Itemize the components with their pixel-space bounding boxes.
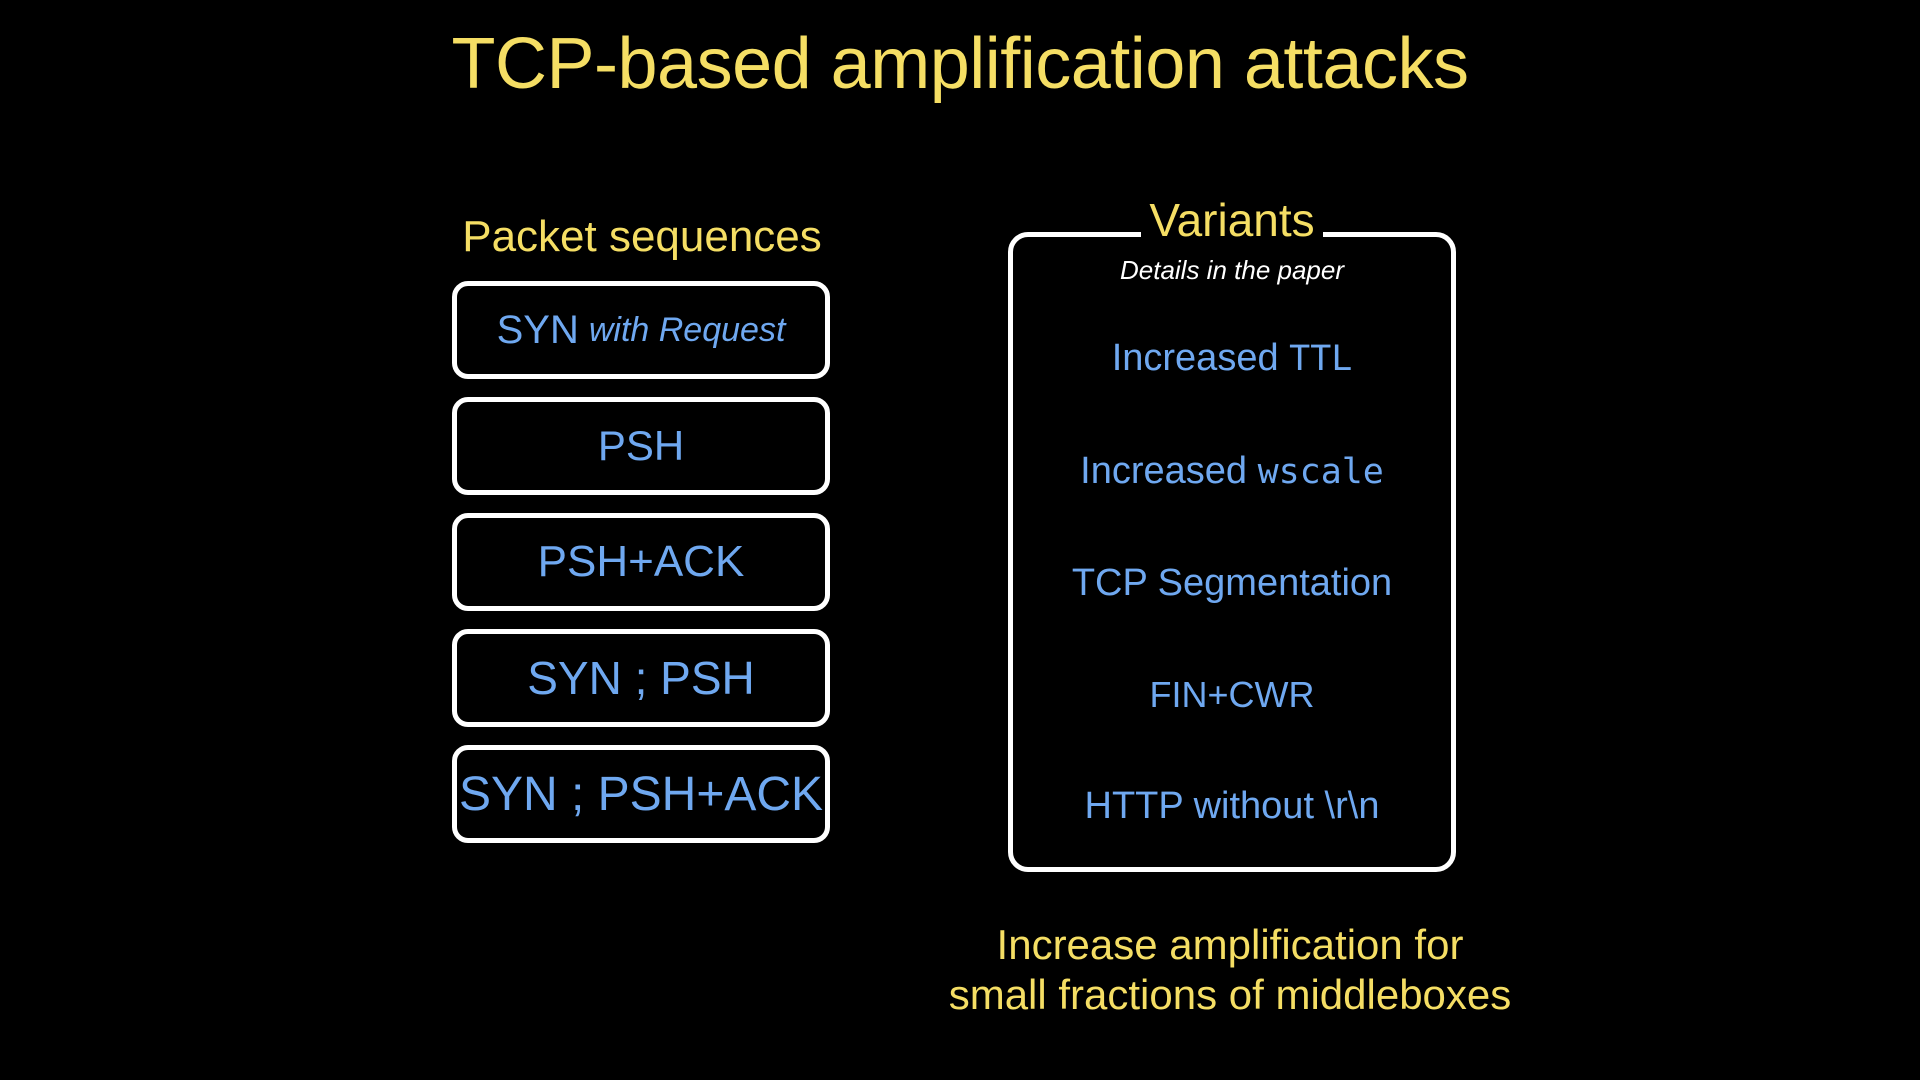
variants-list: Increased TTL Increased wscale TCP Segme…: [1013, 303, 1451, 863]
variant-item: FIN+CWR: [1150, 676, 1315, 714]
slide-root: TCP-based amplification attacks Packet s…: [0, 0, 1920, 1080]
variants-subtitle: Details in the paper: [1119, 255, 1345, 285]
variants-legend-label: Variants: [1141, 197, 1323, 243]
bottom-caption-line-1: Increase amplification for: [996, 921, 1464, 968]
packet-sequence-box: SYN ; PSH+ACK: [452, 745, 830, 843]
variants-column: Variants Details in the paper Increased …: [1008, 197, 1456, 872]
variant-item: HTTP without \r\n: [1084, 784, 1380, 827]
variants-panel: Variants Details in the paper Increased …: [1008, 197, 1456, 872]
variant-item: Increased TTL: [1111, 337, 1353, 380]
variant-code: wscale: [1257, 451, 1384, 492]
packet-sequences-heading: Packet sequences: [462, 212, 822, 261]
packet-sequence-label: PSH: [597, 422, 685, 469]
variants-legend: Variants: [1013, 197, 1451, 243]
variant-code: TTL: [1289, 339, 1353, 380]
variant-prefix: HTTP without \r\n: [1084, 784, 1380, 827]
packet-sequence-label: SYN ; PSH: [527, 652, 755, 704]
variant-prefix: FIN+CWR: [1149, 674, 1315, 716]
variant-item: Increased wscale: [1080, 449, 1384, 492]
packet-sequence-box: SYN with Request: [452, 281, 830, 379]
packet-sequence-box: PSH+ACK: [452, 513, 830, 611]
variant-prefix: TCP Segmentation: [1071, 562, 1393, 605]
bottom-caption-line-2: small fractions of middleboxes: [948, 970, 1512, 1018]
variant-item: TCP Segmentation: [1071, 562, 1393, 605]
bottom-caption: Increase amplification for small fractio…: [780, 920, 1680, 1019]
variant-prefix: Increased: [1080, 449, 1258, 492]
variant-prefix: Increased: [1111, 337, 1290, 380]
page-title: TCP-based amplification attacks: [451, 24, 1469, 104]
packet-sequences-column: Packet sequences SYN with Request PSH PSH…: [452, 215, 832, 861]
packet-sequence-label: PSH+ACK: [537, 537, 745, 586]
packet-sequence-label: SYN ; PSH+ACK: [458, 767, 824, 821]
packet-sequence-label: SYN: [496, 307, 579, 352]
packet-sequence-modifier: with Request: [588, 310, 786, 349]
packet-sequence-box: SYN ; PSH: [452, 629, 830, 727]
packet-sequence-box: PSH: [452, 397, 830, 495]
